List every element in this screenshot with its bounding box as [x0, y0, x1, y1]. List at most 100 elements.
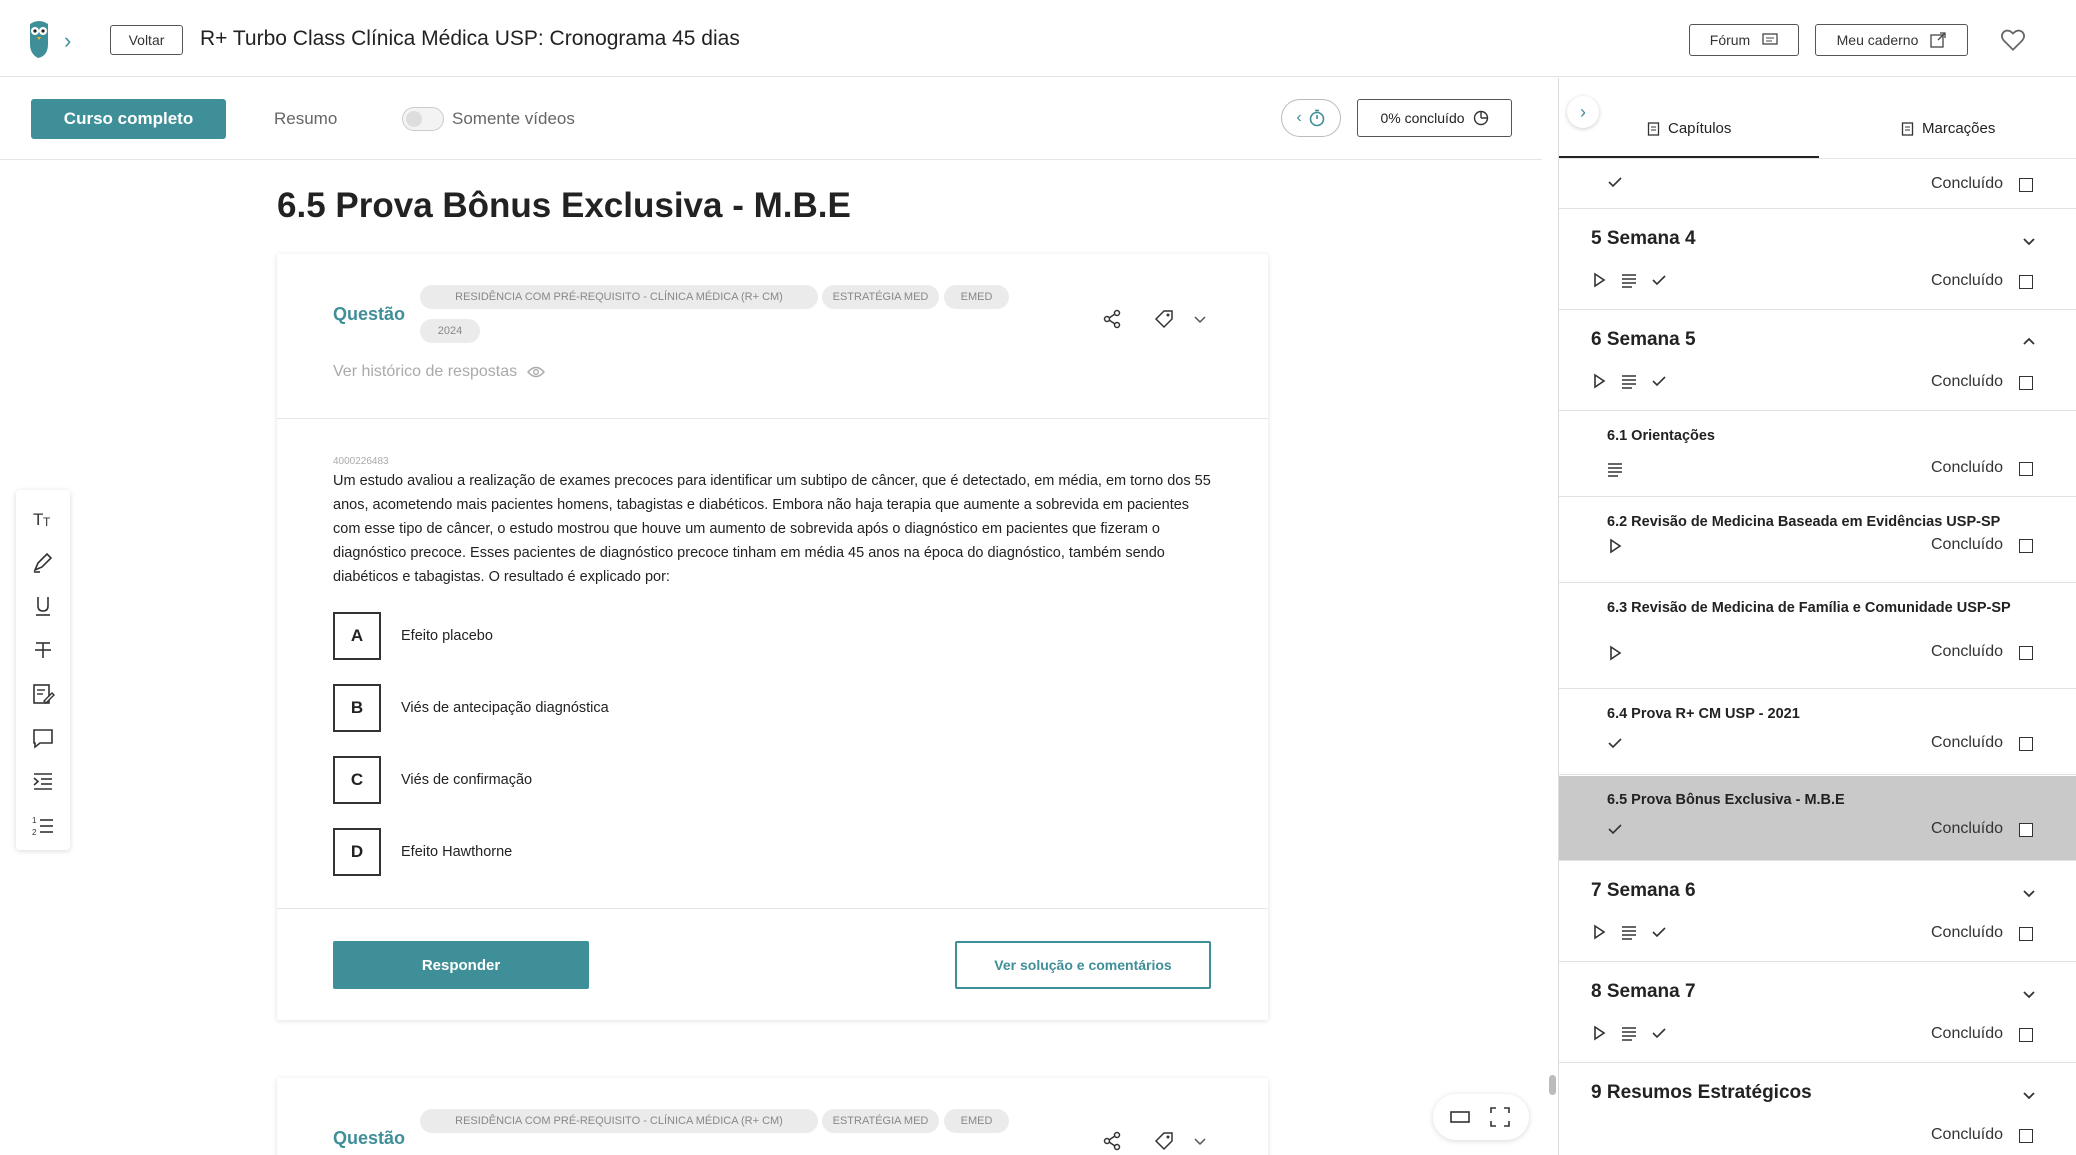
- done-label: Concluído: [1931, 643, 2004, 660]
- back-button[interactable]: Voltar: [110, 25, 183, 55]
- forum-label: Fórum: [1709, 32, 1751, 48]
- alternative-c[interactable]: C Viés de confirmação: [333, 756, 933, 804]
- lesson-title: 6.2 Revisão de Medicina Baseada em Evidê…: [1607, 514, 2001, 530]
- view-controls: [1433, 1094, 1529, 1140]
- summary-tab[interactable]: Resumo: [274, 109, 337, 129]
- full-course-button[interactable]: Curso completo: [31, 99, 226, 139]
- share-icon[interactable]: [1101, 308, 1123, 330]
- chapter-row[interactable]: 9 Resumos Estratégicos Concluído: [1559, 1064, 2076, 1155]
- chevron-down-icon[interactable]: [1189, 1130, 1211, 1152]
- done-checkbox[interactable]: [2019, 376, 2033, 390]
- done-checkbox[interactable]: [2019, 178, 2033, 192]
- done-checkbox[interactable]: [2019, 1129, 2033, 1143]
- chevron-down-icon[interactable]: [2021, 1088, 2037, 1104]
- check-icon: [1608, 738, 1622, 749]
- done-checkbox[interactable]: [2019, 1028, 2033, 1042]
- next-question-card: Questão RESIDÊNCIA COM PRÉ-REQUISITO - C…: [277, 1078, 1268, 1155]
- underline-icon[interactable]: [30, 593, 56, 619]
- alternative-d[interactable]: D Efeito Hawthorne: [333, 828, 933, 876]
- comment-icon[interactable]: [30, 725, 56, 751]
- highlighter-icon[interactable]: [30, 549, 56, 575]
- done-label: Concluído: [1931, 820, 2004, 837]
- done-label: Concluído: [1931, 1126, 2004, 1143]
- chat-icon: [1762, 33, 1778, 45]
- done-label: Concluído: [1931, 924, 2004, 941]
- fullscreen-icon[interactable]: [1489, 1106, 1511, 1128]
- alternative-letter: C: [333, 756, 381, 804]
- share-icon[interactable]: [1101, 1130, 1123, 1152]
- progress-button[interactable]: 0% concluído: [1357, 99, 1512, 137]
- top-bar: › Voltar R+ Turbo Class Clínica Médica U…: [0, 0, 2076, 77]
- done-checkbox[interactable]: [2019, 275, 2033, 289]
- alternative-letter: B: [333, 684, 381, 732]
- heart-icon[interactable]: [2000, 27, 2026, 53]
- answer-button[interactable]: Responder: [333, 941, 589, 989]
- timer-button[interactable]: ‹: [1281, 99, 1341, 137]
- tab-bookmarks[interactable]: Marcações: [1901, 120, 1995, 137]
- done-checkbox[interactable]: [2019, 927, 2033, 941]
- done-checkbox[interactable]: [2019, 539, 2033, 553]
- forum-button[interactable]: Fórum: [1689, 24, 1799, 56]
- done-checkbox[interactable]: [2019, 646, 2033, 660]
- page-title: 6.5 Prova Bônus Exclusiva - M.B.E: [277, 186, 851, 225]
- done-checkbox[interactable]: [2019, 462, 2033, 476]
- divider: [277, 418, 1268, 419]
- scrollbar-thumb[interactable]: [1549, 1075, 1556, 1095]
- chevron-down-icon[interactable]: [1189, 308, 1211, 330]
- done-checkbox[interactable]: [2019, 823, 2033, 837]
- chapter-row[interactable]: 7 Semana 6 Concluído: [1559, 862, 2076, 962]
- document-icon: [1901, 121, 1914, 136]
- active-tab-indicator: [1559, 156, 1819, 158]
- tag-icon[interactable]: [1153, 1130, 1175, 1152]
- tag-badge: EMED: [944, 1109, 1009, 1133]
- divider: [277, 908, 1268, 909]
- check-icon: [1652, 376, 1666, 387]
- chapter-row[interactable]: 6 Semana 5 Concluído: [1559, 311, 2076, 411]
- lesson-row[interactable]: 6.3 Revisão de Medicina de Família e Com…: [1559, 584, 2076, 689]
- notebook-button[interactable]: Meu caderno: [1815, 24, 1968, 56]
- course-title: R+ Turbo Class Clínica Médica USP: Crono…: [200, 27, 740, 50]
- owl-logo-icon[interactable]: [24, 18, 54, 60]
- videos-only-toggle[interactable]: [402, 107, 444, 131]
- strikethrough-icon[interactable]: [30, 637, 56, 663]
- play-icon: [1594, 272, 1606, 288]
- chevron-up-icon[interactable]: [2021, 333, 2037, 349]
- chapter-title: 9 Resumos Estratégicos: [1591, 1082, 1812, 1103]
- alternative-text: Efeito placebo: [401, 628, 493, 644]
- theater-mode-icon[interactable]: [1449, 1107, 1471, 1127]
- chevron-down-icon[interactable]: [2021, 886, 2037, 902]
- done-label: Concluído: [1931, 373, 2004, 390]
- lesson-row[interactable]: 6.4 Prova R+ CM USP - 2021 Concluído: [1559, 690, 2076, 775]
- lesson-row-active[interactable]: 6.5 Prova Bônus Exclusiva - M.B.E Conclu…: [1559, 776, 2076, 861]
- check-icon: [1652, 1028, 1666, 1039]
- done-checkbox[interactable]: [2019, 737, 2033, 751]
- chapter-row[interactable]: 5 Semana 4 Concluído: [1559, 210, 2076, 310]
- chevron-right-icon[interactable]: ›: [64, 28, 71, 54]
- chapter-row[interactable]: 8 Semana 7 Concluído: [1559, 963, 2076, 1063]
- tab-chapters[interactable]: Capítulos: [1647, 120, 1731, 137]
- progress-label: 0% concluído: [1380, 110, 1465, 126]
- answer-history-link[interactable]: Ver histórico de respostas: [333, 363, 546, 381]
- note-edit-icon[interactable]: [30, 681, 56, 707]
- numbered-list-icon[interactable]: 12: [30, 813, 56, 839]
- chevron-down-icon[interactable]: [2021, 987, 2037, 1003]
- tag-icon[interactable]: [1153, 308, 1175, 330]
- text-icon: [1622, 926, 1636, 940]
- lesson-title: 6.1 Orientações: [1607, 428, 1715, 444]
- lesson-row[interactable]: 6.2 Revisão de Medicina Baseada em Evidê…: [1559, 498, 2076, 583]
- tag-badge: ESTRATÉGIA MED: [822, 285, 939, 309]
- text-icon: [1622, 1027, 1636, 1041]
- alternative-a[interactable]: A Efeito placebo: [333, 612, 933, 660]
- chevron-right-icon[interactable]: ›: [1567, 96, 1599, 128]
- alternative-b[interactable]: B Viés de antecipação diagnóstica: [333, 684, 933, 732]
- chapter-row[interactable]: Concluído: [1559, 159, 2076, 209]
- indent-icon[interactable]: [30, 769, 56, 795]
- view-solution-button[interactable]: Ver solução e comentários: [955, 941, 1211, 989]
- question-card: Questão RESIDÊNCIA COM PRÉ-REQUISITO - C…: [277, 254, 1268, 1020]
- text-size-icon[interactable]: TT: [30, 505, 56, 531]
- question-id: 4000226483: [333, 456, 389, 467]
- play-icon: [1594, 1025, 1606, 1041]
- lesson-row[interactable]: 6.1 Orientações Concluído: [1559, 412, 2076, 497]
- chapter-title: 5 Semana 4: [1591, 228, 1696, 249]
- chevron-down-icon[interactable]: [2021, 234, 2037, 250]
